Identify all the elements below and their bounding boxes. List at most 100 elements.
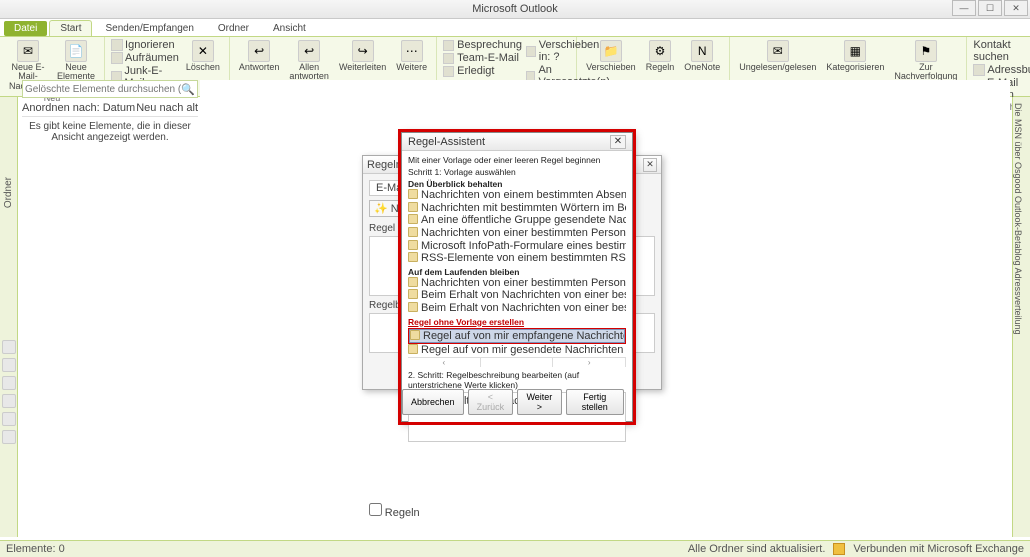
template-item[interactable]: RSS-Elemente von einem bestimmten RSS-Fe… xyxy=(408,252,626,265)
categorize-icon: ▦ xyxy=(844,40,866,62)
more-respond-button[interactable]: ⋯Weitere xyxy=(393,39,430,84)
addressbook-icon xyxy=(973,64,985,76)
connection-icon xyxy=(833,543,845,555)
status-sync: Alle Ordner sind aktualisiert. xyxy=(688,543,826,555)
folder-icon xyxy=(408,214,418,224)
wizard-intro2: Schritt 1: Vorlage auswählen xyxy=(408,167,626,177)
step2-label: 2. Schritt: Regelbeschreibung bearbeiten… xyxy=(408,370,626,390)
move-button[interactable]: 📁Verschieben xyxy=(583,39,639,84)
template-item[interactable]: Nachrichten von einer bestimmten Person … xyxy=(408,277,626,290)
followup-button[interactable]: ⚑Zur Nachverfolgung xyxy=(891,39,960,84)
dialog-close-icon[interactable]: ✕ xyxy=(610,135,626,149)
moveto-icon xyxy=(526,46,536,57)
app-title: Microsoft Outlook xyxy=(472,3,558,15)
status-item-count: Elemente: 0 xyxy=(6,543,65,555)
mail-nav-icon[interactable] xyxy=(2,340,16,354)
items-icon: 📄 xyxy=(65,40,87,62)
ribbon-tabstrip: Datei Start Senden/Empfangen Ordner Ansi… xyxy=(0,19,1030,37)
flag-icon xyxy=(408,227,418,237)
message-list-pane: 🔍 Anordnen nach: Datum Neu nach alt Es g… xyxy=(22,80,198,147)
back-button: < Zurück xyxy=(468,389,514,415)
left-nav-collapsed[interactable]: Ordner xyxy=(0,97,18,537)
folder-icon xyxy=(408,189,418,199)
template-item-selected[interactable]: Regel auf von mir empfangene Nachrichten… xyxy=(410,330,624,343)
categorize-button[interactable]: ▦Kategorisieren xyxy=(823,39,887,84)
tab-file[interactable]: Datei xyxy=(4,21,47,36)
section-uptodate: Auf dem Laufenden bleiben xyxy=(408,267,626,277)
ignore-button[interactable]: Ignorieren xyxy=(111,39,179,51)
reply-button[interactable]: ↩Antworten xyxy=(236,39,283,84)
template-item[interactable]: An eine öffentliche Gruppe gesendete Nac… xyxy=(408,214,626,227)
template-item[interactable]: Nachrichten mit bestimmten Wörtern im Be… xyxy=(408,202,626,215)
sound-icon xyxy=(408,289,418,299)
window-titlebar: Microsoft Outlook — ☐ ✕ xyxy=(0,0,1030,19)
right-todo-collapsed[interactable]: Die MSN über Osgood Outlook-Betablog Adr… xyxy=(1012,97,1030,537)
right-rail-text: Die MSN über Osgood Outlook-Betablog Adr… xyxy=(1013,97,1023,335)
bg-close-icon[interactable]: ✕ xyxy=(643,158,657,172)
qs-meeting[interactable]: Besprechung xyxy=(443,39,522,51)
template-item[interactable]: Regel auf von mir gesendete Nachrichten … xyxy=(408,344,626,357)
wizard-intro1: Mit einer Vorlage oder einer leeren Rege… xyxy=(408,155,626,165)
minimize-icon[interactable]: — xyxy=(952,0,976,16)
search-icon[interactable]: 🔍 xyxy=(181,82,195,96)
cancel-button[interactable]: Abbrechen xyxy=(402,389,464,415)
tasks-nav-icon[interactable] xyxy=(2,394,16,408)
arrange-by[interactable]: Anordnen nach: Datum xyxy=(22,102,136,114)
unread-icon: ✉ xyxy=(767,40,789,62)
forward-button[interactable]: ↪Weiterleiten xyxy=(336,39,389,84)
close-icon[interactable]: ✕ xyxy=(1004,0,1028,16)
onenote-icon: N xyxy=(691,40,713,62)
reply-icon: ↩ xyxy=(248,40,270,62)
more-icon: ⋯ xyxy=(401,40,423,62)
calendar-nav-icon[interactable] xyxy=(2,358,16,372)
ignore-icon xyxy=(111,39,123,51)
replyall-button[interactable]: ↩Allen antworten xyxy=(286,39,332,84)
rule-wizard-dialog: Regel-Assistent ✕ Mit einer Vorlage oder… xyxy=(401,132,633,422)
forward-icon: ↪ xyxy=(352,40,374,62)
folder-icon xyxy=(408,202,418,212)
outbox-icon xyxy=(408,344,418,354)
onenote-button[interactable]: NOneNote xyxy=(681,39,723,84)
statusbar: Elemente: 0 Alle Ordner sind aktualisier… xyxy=(0,540,1030,557)
mobile-icon xyxy=(408,302,418,312)
empty-list-message: Es gibt keine Elemente, die in dieser An… xyxy=(22,117,198,147)
qs-teammail[interactable]: Team-E-Mail xyxy=(443,52,522,64)
shortcuts-nav-icon[interactable] xyxy=(2,430,16,444)
tab-start[interactable]: Start xyxy=(49,20,92,36)
notes-nav-icon[interactable] xyxy=(2,412,16,426)
tab-folder[interactable]: Ordner xyxy=(207,20,260,36)
cleanup-button[interactable]: Aufräumen xyxy=(111,52,179,64)
tab-sendrecv[interactable]: Senden/Empfangen xyxy=(94,20,204,36)
rules-checkbox[interactable] xyxy=(369,503,382,516)
cleanup-icon xyxy=(111,52,123,64)
h-scrollbar[interactable]: ‹› xyxy=(408,357,626,367)
maximize-icon[interactable]: ☐ xyxy=(978,0,1002,16)
replyall-icon: ↩ xyxy=(298,40,320,62)
unread-button[interactable]: ✉Ungelesen/gelesen xyxy=(736,39,819,84)
finish-button[interactable]: Fertig stellen xyxy=(566,389,624,415)
contact-search[interactable]: Kontakt suchen xyxy=(973,39,1030,63)
template-item[interactable]: Beim Erhalt von Nachrichten von einer be… xyxy=(408,302,626,315)
section-organized: Den Überblick behalten xyxy=(408,179,626,189)
search-box[interactable]: 🔍 xyxy=(22,80,198,98)
addressbook-button[interactable]: Adressbuch xyxy=(973,64,1030,76)
contacts-nav-icon[interactable] xyxy=(2,376,16,390)
dialog-title: Regel-Assistent xyxy=(408,136,485,148)
alert-icon xyxy=(408,277,418,287)
teammail-icon xyxy=(443,53,454,64)
search-input[interactable] xyxy=(25,84,181,95)
inbox-icon xyxy=(410,330,420,340)
rules-icon: ⚙ xyxy=(649,40,671,62)
next-button[interactable]: Weiter > xyxy=(517,389,561,415)
form-icon xyxy=(408,240,418,250)
rules-button[interactable]: ⚙Regeln xyxy=(643,39,678,84)
wand-icon: ✨ xyxy=(374,202,388,215)
tab-view[interactable]: Ansicht xyxy=(262,20,317,36)
template-item[interactable]: Nachrichten von einem bestimmten Absende… xyxy=(408,189,626,202)
template-item[interactable]: Microsoft InfoPath-Formulare eines besti… xyxy=(408,240,626,253)
mail-icon: ✉ xyxy=(17,40,39,62)
qs-done[interactable]: Erledigt xyxy=(443,65,522,77)
arrange-order[interactable]: Neu nach alt xyxy=(136,102,198,114)
template-item[interactable]: Nachrichten von einer bestimmten Person … xyxy=(408,227,626,240)
template-item[interactable]: Beim Erhalt von Nachrichten von einer be… xyxy=(408,289,626,302)
